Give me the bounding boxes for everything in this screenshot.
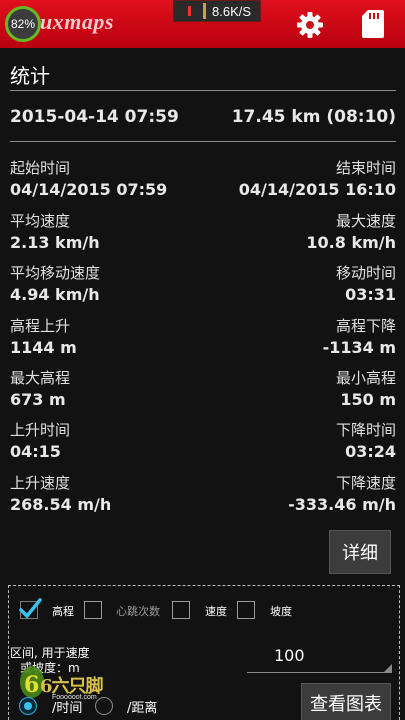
sd-card-icon[interactable]: [362, 10, 384, 38]
per-time-radio-label: /时间: [52, 701, 83, 716]
battery-indicator: 82%: [5, 6, 41, 42]
avg-moving-speed-value: 4.94 km/h: [10, 285, 100, 304]
per-time-radio[interactable]: [19, 697, 37, 715]
elevation-gain-label: 高程上升: [10, 317, 71, 335]
checkmark-icon: [19, 598, 42, 619]
max-elevation-value: 673 m: [10, 390, 66, 409]
svg-text:6: 6: [24, 672, 39, 698]
speed-checkbox[interactable]: [172, 601, 190, 619]
moving-time-value: 03:31: [345, 285, 396, 304]
start-time-label: 起始时间: [10, 159, 71, 177]
descent-speed-label: 下降速度: [335, 474, 396, 492]
min-elevation-value: 150 m: [340, 390, 396, 409]
descent-time-value: 03:24: [345, 442, 396, 461]
heart-rate-checkbox[interactable]: [84, 601, 102, 619]
battery-level: 82%: [10, 17, 36, 31]
ascent-time-value: 04:15: [10, 442, 61, 461]
interval-label-line1: 区间, 用于速度: [10, 646, 90, 660]
title-divider: [10, 90, 396, 91]
signal-icon: [188, 6, 191, 16]
min-elevation-label: 最小高程: [335, 369, 396, 387]
app-bar: 82% uxmaps 8.6K/S: [0, 0, 405, 48]
summary-divider: [10, 141, 396, 142]
elevation-checkbox-label: 高程: [52, 605, 74, 618]
track-datetime: 2015-04-14 07:59: [10, 107, 179, 127]
max-elevation-label: 最大高程: [10, 369, 71, 387]
elevation-loss-label: 高程下降: [335, 317, 396, 335]
net-speed-value: 8.6K/S: [212, 3, 252, 19]
avg-speed-label: 平均速度: [10, 212, 71, 230]
track-distance-duration: 17.45 km (08:10): [231, 107, 396, 127]
view-chart-button[interactable]: 查看图表: [301, 683, 391, 720]
ascent-speed-label: 上升速度: [10, 474, 71, 492]
avg-moving-speed-label: 平均移动速度: [10, 264, 101, 282]
page-title: 统计: [10, 64, 50, 88]
app-logo: uxmaps: [40, 9, 114, 34]
detail-button[interactable]: 详细: [329, 530, 391, 574]
net-speed-indicator: 8.6K/S: [173, 0, 261, 22]
interval-input[interactable]: 100: [274, 646, 305, 665]
end-time-label: 结束时间: [335, 159, 396, 177]
battery-mini-icon: [203, 3, 206, 19]
elevation-gain-value: 1144 m: [10, 338, 77, 357]
interval-input-underline: [247, 672, 392, 673]
per-distance-radio[interactable]: [95, 697, 113, 715]
end-time-value: 04/14/2015 16:10: [238, 180, 396, 199]
input-corner-icon: [384, 664, 392, 672]
max-speed-value: 10.8 km/h: [306, 233, 396, 252]
slope-checkbox[interactable]: [237, 601, 255, 619]
ascent-time-label: 上升时间: [10, 421, 71, 439]
per-distance-radio-label: /距离: [127, 701, 158, 716]
gear-icon[interactable]: [295, 10, 325, 40]
descent-time-label: 下降时间: [335, 421, 396, 439]
avg-speed-value: 2.13 km/h: [10, 233, 100, 252]
heart-rate-checkbox-label: 心跳次数: [116, 605, 160, 618]
speed-checkbox-label: 速度: [205, 605, 227, 618]
ascent-speed-value: 268.54 m/h: [10, 495, 112, 514]
start-time-value: 04/14/2015 07:59: [10, 180, 168, 199]
slope-checkbox-label: 坡度: [270, 605, 292, 618]
descent-speed-value: -333.46 m/h: [288, 495, 396, 514]
moving-time-label: 移动时间: [335, 264, 396, 282]
elevation-loss-value: -1134 m: [322, 338, 396, 357]
max-speed-label: 最大速度: [335, 212, 396, 230]
